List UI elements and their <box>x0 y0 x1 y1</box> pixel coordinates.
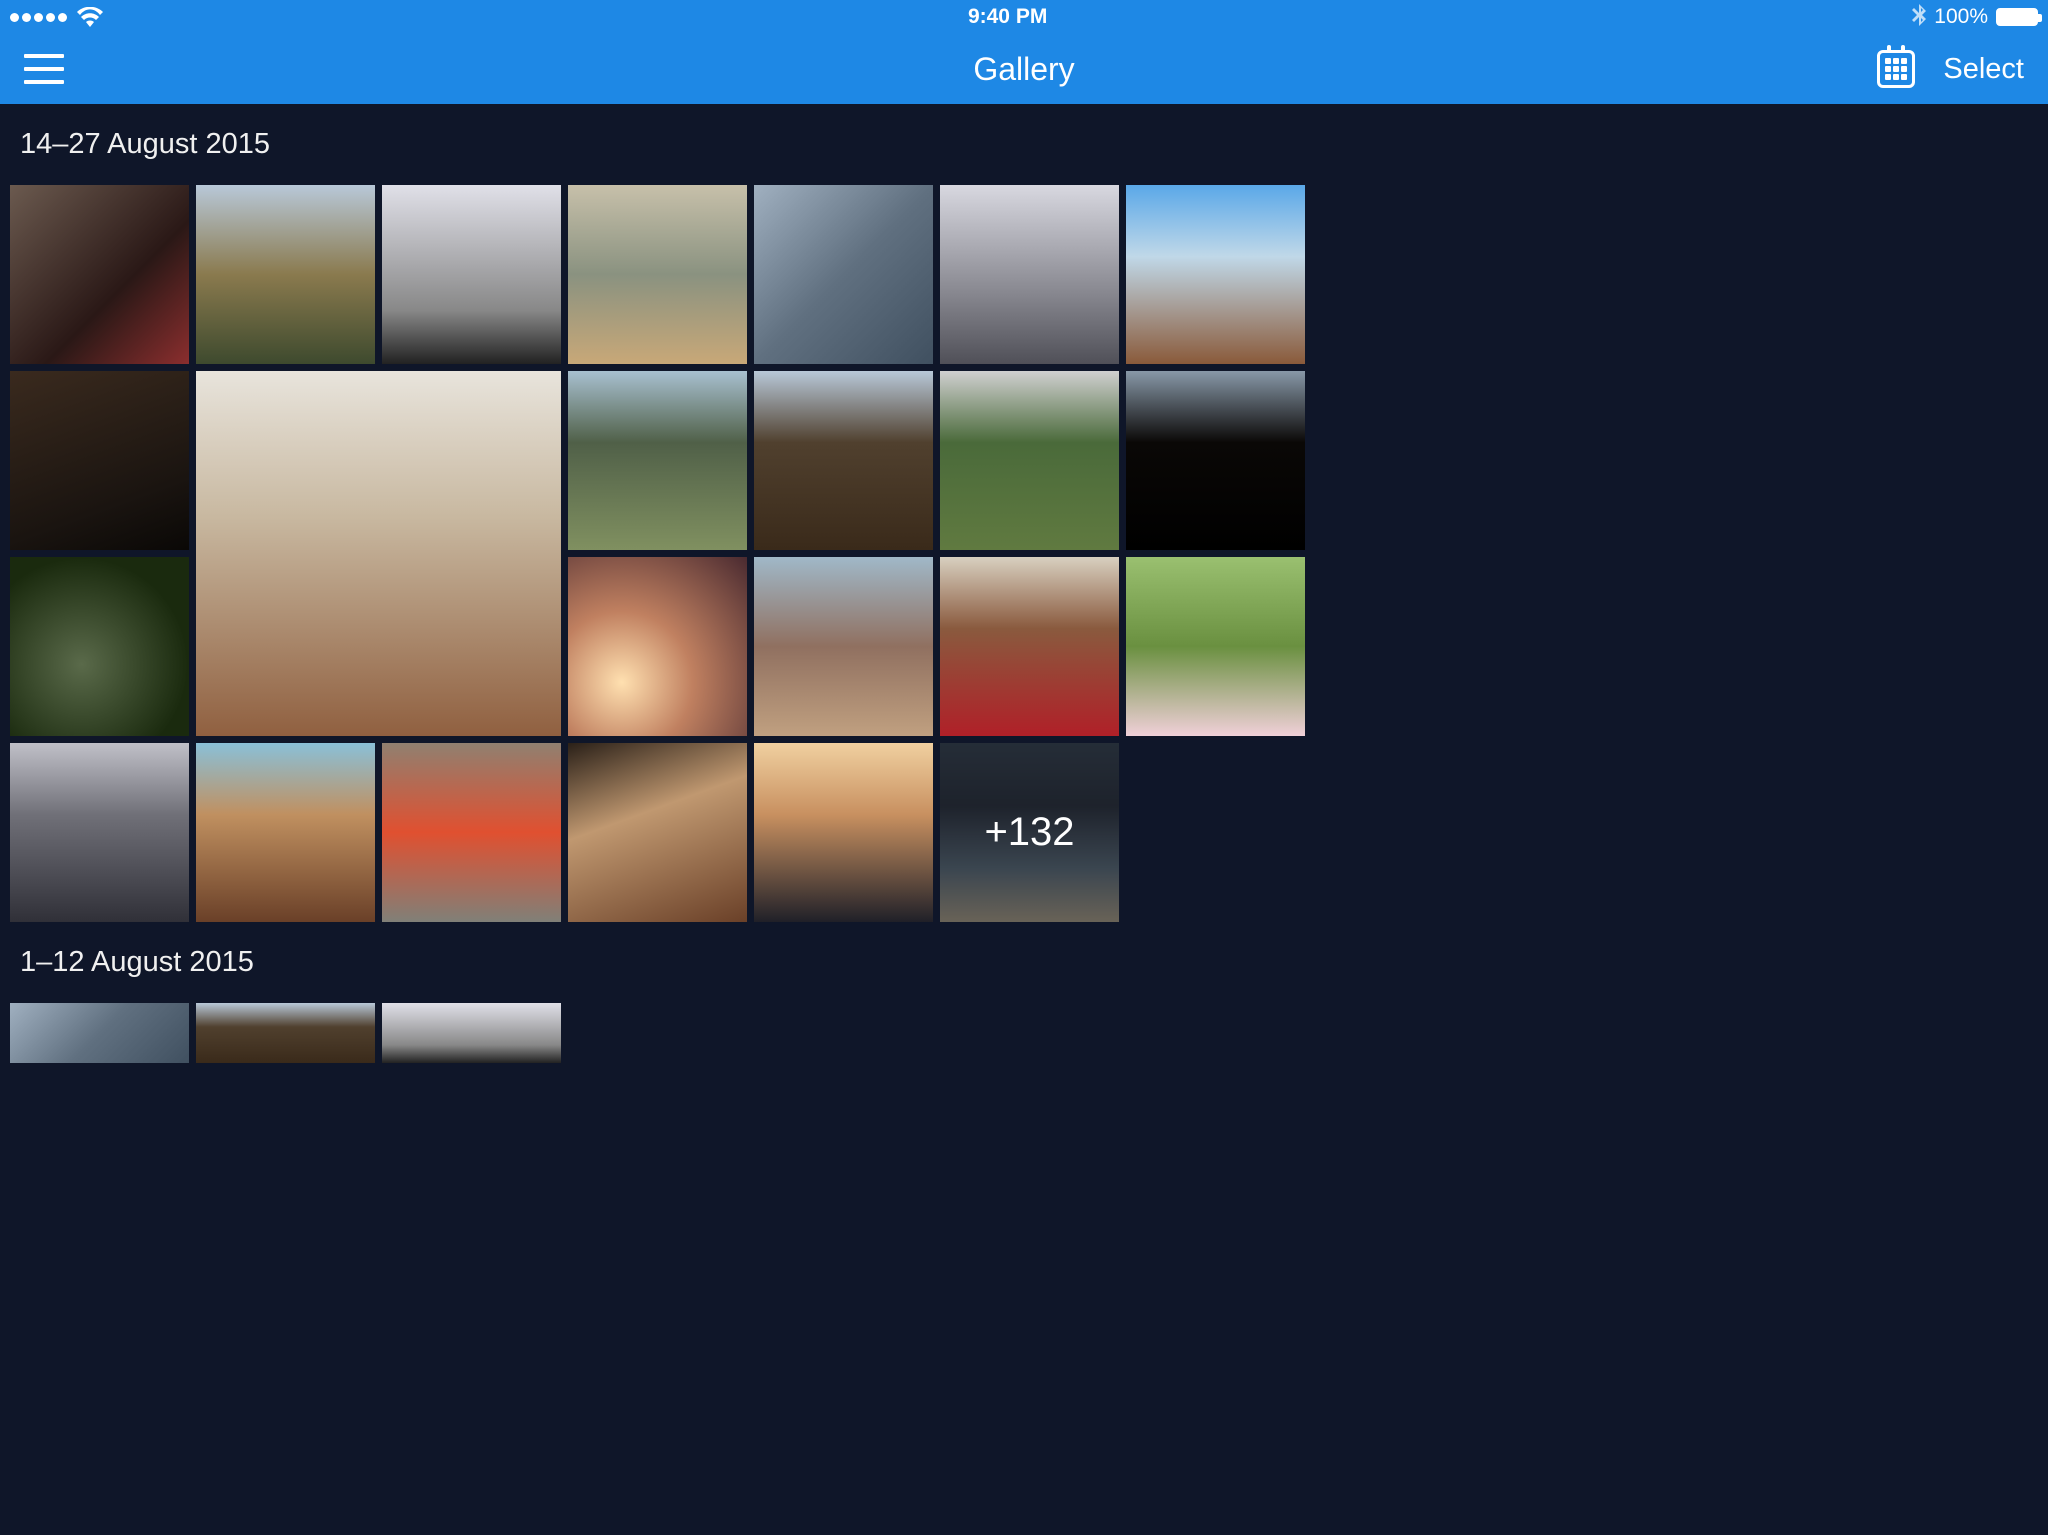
photo-thumb[interactable] <box>10 371 189 550</box>
photo-thumb[interactable] <box>10 1003 189 1063</box>
photo-thumb[interactable] <box>754 557 933 736</box>
photo-thumb[interactable] <box>754 371 933 550</box>
battery-percent: 100% <box>1934 5 1988 29</box>
photo-grid: +132 <box>8 185 2040 922</box>
battery-icon <box>1996 8 2038 26</box>
photo-thumb[interactable] <box>10 185 189 364</box>
bluetooth-icon <box>1912 4 1926 31</box>
page-title: Gallery <box>973 51 1074 88</box>
status-left <box>10 7 103 27</box>
status-time: 9:40 PM <box>968 5 1047 29</box>
photo-thumb[interactable] <box>10 743 189 922</box>
menu-icon[interactable] <box>24 54 64 84</box>
group-header: 1–12 August 2015 <box>8 922 2040 1003</box>
photo-thumb[interactable] <box>940 185 1119 364</box>
photo-thumb[interactable] <box>10 557 189 736</box>
photo-thumb-large[interactable] <box>196 371 561 736</box>
photo-thumb[interactable] <box>940 371 1119 550</box>
photo-thumb[interactable] <box>568 185 747 364</box>
photo-thumb[interactable] <box>568 743 747 922</box>
gallery-content: 14–27 August 2015 +132 1–12 August 2015 <box>0 104 2048 1063</box>
photo-thumb[interactable] <box>754 185 933 364</box>
status-right: 100% <box>1912 4 2038 31</box>
more-count: +132 <box>940 743 1119 922</box>
photo-thumb[interactable] <box>1126 371 1305 550</box>
photo-thumb[interactable] <box>196 743 375 922</box>
photo-thumb[interactable] <box>1126 557 1305 736</box>
status-bar: 9:40 PM 100% <box>0 0 2048 34</box>
photo-thumb[interactable] <box>568 557 747 736</box>
photo-thumb[interactable] <box>382 743 561 922</box>
photo-grid <box>8 1003 2040 1063</box>
photo-thumb-more[interactable]: +132 <box>940 743 1119 922</box>
select-button[interactable]: Select <box>1943 53 2024 86</box>
photo-thumb[interactable] <box>196 1003 375 1063</box>
group-header: 14–27 August 2015 <box>8 104 2040 185</box>
photo-thumb[interactable] <box>1126 185 1305 364</box>
calendar-icon[interactable] <box>1877 50 1915 88</box>
photo-thumb[interactable] <box>382 185 561 364</box>
wifi-icon <box>77 7 103 27</box>
nav-bar: Gallery Select <box>0 34 2048 104</box>
photo-thumb[interactable] <box>196 185 375 364</box>
photo-thumb[interactable] <box>754 743 933 922</box>
photo-thumb[interactable] <box>382 1003 561 1063</box>
photo-thumb[interactable] <box>568 371 747 550</box>
signal-dots-icon <box>10 13 67 22</box>
photo-thumb[interactable] <box>940 557 1119 736</box>
